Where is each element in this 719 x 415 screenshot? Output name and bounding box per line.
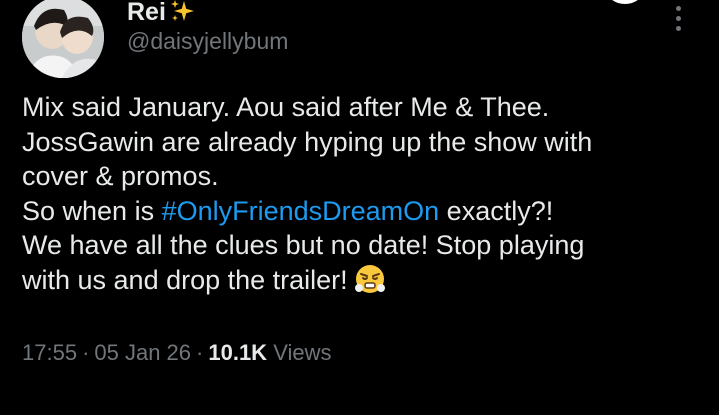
tweet-text: Mix said January. Aou said after Me & Th… [22, 90, 712, 304]
author-handle[interactable]: @daisyjellybum [127, 26, 288, 56]
views-label[interactable]: Views [273, 340, 331, 365]
face-with-steam-from-nose-icon [354, 263, 386, 304]
tweet-text-line: We have all the clues but no date! Stop … [22, 230, 585, 261]
tweet-text-line: with us and drop the trailer! [22, 263, 712, 304]
tweet-text-segment: with us and drop the trailer! [22, 264, 348, 295]
avatar[interactable] [22, 0, 104, 78]
tweet-date[interactable]: 05 Jan 26 [94, 340, 191, 365]
separator-dot: · [82, 340, 90, 365]
tweet-card: Rei @daisyjellybum Mix said January. Aou… [0, 0, 719, 415]
tweet-text-segment: exactly?! [439, 195, 554, 226]
tweet-text-line: So when is #OnlyFriendsDreamOn exactly?! [22, 194, 712, 229]
tweet-text-segment: So when is [22, 195, 162, 226]
tweet-metadata: 17:55 · 05 Jan 26 · 10.1K Views [22, 338, 332, 368]
tweet-time[interactable]: 17:55 [22, 340, 77, 365]
more-dot-icon [675, 6, 681, 11]
more-dot-icon [675, 16, 681, 21]
tweet-text-line: cover & promos. [22, 161, 219, 192]
views-count[interactable]: 10.1K [208, 340, 267, 365]
more-dot-icon [675, 26, 681, 31]
separator-dot: · [196, 340, 204, 365]
hashtag-link[interactable]: #OnlyFriendsDreamOn [162, 196, 440, 226]
author-name-text: Rei [127, 0, 166, 26]
tweet-text-line: JossGawin are already hyping up the show… [22, 126, 593, 157]
notification-bubble [608, 0, 642, 4]
tweet-text-line: Mix said January. Aou said after Me & Th… [22, 92, 550, 122]
more-options-button[interactable] [668, 6, 688, 36]
